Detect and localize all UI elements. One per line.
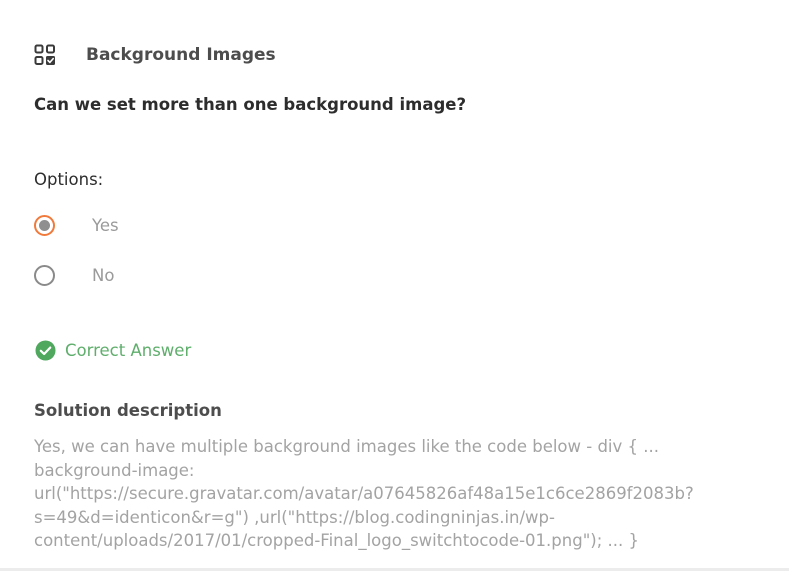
radio-selected-dot bbox=[39, 220, 50, 231]
solution-description: Yes, we can have multiple background ima… bbox=[34, 437, 694, 550]
check-circle-icon bbox=[35, 340, 56, 361]
option-yes[interactable]: Yes bbox=[34, 215, 119, 236]
solution-title: Solution description bbox=[34, 401, 222, 420]
option-no[interactable]: No bbox=[34, 265, 114, 286]
radio-no[interactable] bbox=[34, 265, 55, 286]
radio-yes[interactable] bbox=[34, 215, 55, 236]
question-card: Background Images Can we set more than o… bbox=[0, 0, 789, 571]
option-no-label: No bbox=[92, 266, 115, 285]
options-label: Options: bbox=[34, 170, 104, 189]
correct-answer-label: Correct Answer bbox=[65, 341, 192, 360]
question-text: Can we set more than one background imag… bbox=[34, 95, 467, 114]
result-status: Correct Answer bbox=[35, 340, 191, 361]
option-yes-label: Yes bbox=[92, 216, 119, 235]
section-title: Background Images bbox=[86, 45, 276, 65]
card-header: Background Images bbox=[34, 44, 276, 66]
apps-grid-check-icon bbox=[34, 44, 56, 66]
